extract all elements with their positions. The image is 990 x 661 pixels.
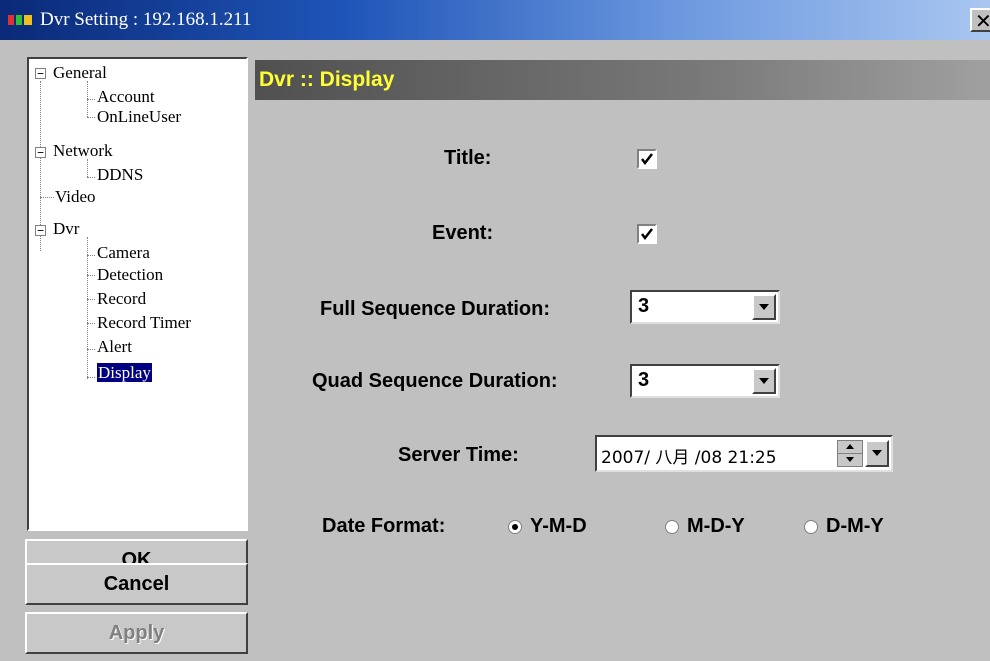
date-format-dmy[interactable]: D-M-Y (804, 515, 884, 538)
tree-item-label: Network (53, 141, 113, 160)
title-checkbox[interactable] (637, 149, 657, 169)
radio-label: D-M-Y (826, 515, 884, 537)
radio-label: M-D-Y (687, 515, 745, 537)
tree-item-camera[interactable]: Camera (97, 243, 150, 263)
tree-item-general[interactable]: General (53, 63, 107, 83)
close-icon: ✕ (975, 9, 990, 33)
checkmark-icon (641, 228, 653, 241)
close-button[interactable]: ✕ (970, 8, 990, 32)
app-icon (8, 13, 34, 27)
event-label: Event: (432, 222, 494, 244)
tree-item-label: Record (97, 289, 147, 308)
full-sequence-label: Full Sequence Duration: (320, 298, 551, 320)
checkmark-icon (641, 153, 653, 166)
apply-button[interactable]: Apply (25, 612, 248, 654)
quad-sequence-value: 3 (638, 369, 650, 391)
tree-item-display[interactable]: Display (97, 363, 152, 383)
date-format-ymd[interactable]: Y-M-D (508, 515, 587, 538)
tree-item-label: Detection (97, 265, 164, 284)
tree-item-alert[interactable]: Alert (97, 337, 132, 357)
date-format-mdy[interactable]: M-D-Y (665, 515, 745, 538)
expander-minus-icon[interactable]: − (35, 68, 46, 79)
tree-item-label: Dvr (53, 219, 80, 238)
tree-item-label: Alert (97, 337, 132, 356)
dropdown-arrow-icon[interactable] (752, 368, 776, 394)
window-title: Dvr Setting : 192.168.1.211 (40, 9, 252, 30)
quad-sequence-label: Quad Sequence Duration: (312, 370, 558, 392)
full-sequence-select[interactable]: 3 (630, 290, 780, 324)
server-time-picker[interactable]: 2007/ 八月 /08 21:25 (595, 435, 893, 472)
spin-up-icon[interactable] (838, 441, 862, 454)
title-label: Title: (444, 147, 492, 169)
tree-item-account[interactable]: Account (97, 87, 155, 107)
expander-minus-icon[interactable]: − (35, 225, 46, 236)
settings-tree[interactable]: − General Account OnLineUser − Network D… (27, 57, 248, 531)
tree-item-video[interactable]: Video (55, 187, 96, 207)
event-checkbox[interactable] (637, 224, 657, 244)
cancel-button[interactable]: Cancel (25, 563, 248, 605)
server-time-spinner[interactable] (837, 440, 863, 467)
server-time-value[interactable]: 2007/ 八月 /08 21:25 (601, 443, 777, 468)
full-sequence-value: 3 (638, 295, 650, 317)
radio-button[interactable] (804, 519, 818, 534)
radio-button[interactable] (508, 519, 522, 534)
dropdown-arrow-icon[interactable] (752, 294, 776, 320)
tree-item-onlineuser[interactable]: OnLineUser (97, 107, 181, 127)
server-time-label: Server Time: (398, 444, 519, 466)
date-format-label: Date Format: (322, 515, 446, 537)
tree-item-network[interactable]: Network (53, 141, 112, 161)
quad-sequence-select[interactable]: 3 (630, 364, 780, 398)
tree-item-record[interactable]: Record (97, 289, 146, 309)
tree-item-record-timer[interactable]: Record Timer (97, 313, 191, 333)
tree-item-detection[interactable]: Detection (97, 265, 163, 285)
tree-item-label: DDNS (97, 165, 144, 184)
expander-minus-icon[interactable]: − (35, 147, 46, 158)
tree-item-label: Video (55, 187, 96, 206)
tree-item-dvr[interactable]: Dvr (53, 219, 79, 239)
panel-header: Dvr :: Display (255, 60, 990, 100)
tree-item-label: Record Timer (97, 313, 191, 332)
tree-item-ddns[interactable]: DDNS (97, 165, 143, 185)
tree-item-label: OnLineUser (97, 107, 182, 126)
spin-down-icon[interactable] (838, 454, 862, 466)
tree-item-label: Camera (97, 243, 150, 262)
dropdown-arrow-icon[interactable] (865, 440, 889, 467)
window-titlebar[interactable]: Dvr Setting : 192.168.1.211 ✕ (0, 0, 990, 40)
radio-label: Y-M-D (530, 515, 587, 537)
tree-item-label: Display (97, 363, 152, 382)
radio-button[interactable] (665, 519, 679, 534)
tree-item-label: General (53, 63, 107, 82)
tree-item-label: Account (97, 87, 155, 106)
